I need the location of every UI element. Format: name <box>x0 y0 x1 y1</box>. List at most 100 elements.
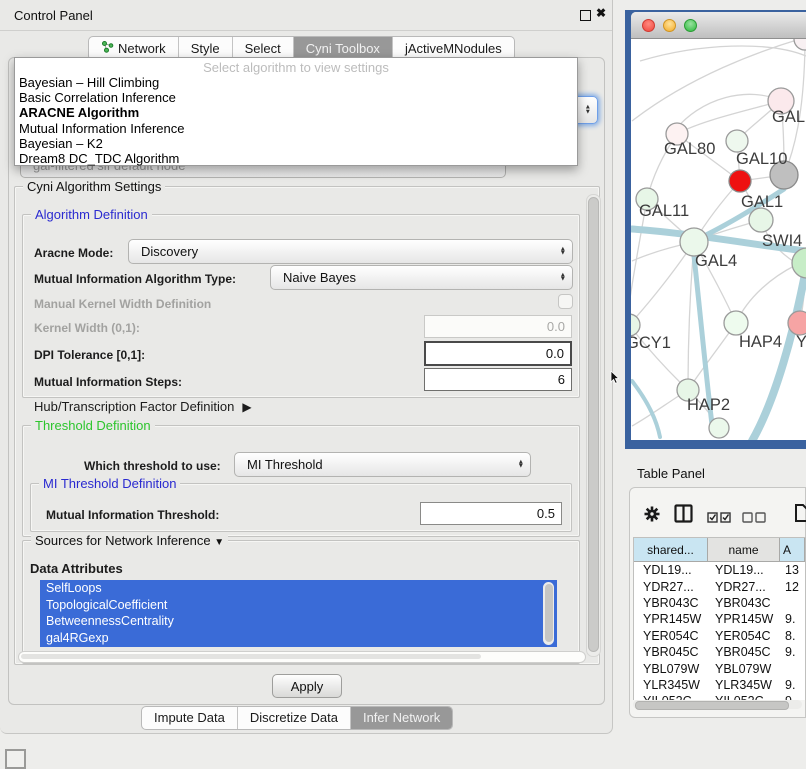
apply-button[interactable]: Apply <box>272 674 342 698</box>
minimize-traffic-light-icon[interactable] <box>663 19 676 32</box>
attribute-item[interactable]: SelfLoops <box>40 580 557 597</box>
table-row[interactable]: YDR27...YDR27...12 <box>634 578 805 594</box>
table-cell[interactable]: YDR27... <box>634 580 708 594</box>
mi-steps-field[interactable]: 6 <box>424 368 572 391</box>
network-canvas[interactable]: GALGAL80GAL10GAL1GAL11GAL4SWI4GCY1HAP4YH… <box>631 39 806 440</box>
table-cell[interactable]: YER054C <box>634 629 708 643</box>
algorithm-option[interactable]: Dream8 DC_TDC Algorithm <box>15 151 577 166</box>
control-panel-titlebar: Control Panel ✖ <box>0 0 612 31</box>
columns-icon[interactable] <box>674 504 693 528</box>
close-icon[interactable]: ✖ <box>596 6 606 20</box>
table-cell[interactable]: YDL19... <box>634 563 708 577</box>
spinner-arrows-icon: ▲▼ <box>560 247 566 256</box>
table-header-row: shared... name A <box>634 538 805 562</box>
table-cell[interactable]: YBL079W <box>708 662 780 676</box>
table-cell[interactable]: YLR345W <box>634 678 708 692</box>
table-body: YDL19...YDL19...13YDR27...YDR27...12YBR0… <box>634 562 805 700</box>
network-edge-highlighted <box>632 381 660 437</box>
attributes-vertical-scrollbar[interactable] <box>543 582 554 645</box>
table-cell[interactable]: YBR043C <box>634 596 708 610</box>
table-cell[interactable]: YLR345W <box>708 678 780 692</box>
network-node[interactable] <box>729 170 751 192</box>
network-edge-highlighted <box>752 269 806 440</box>
table-row[interactable]: YER054CYER054C8. <box>634 628 805 644</box>
table-cell[interactable]: YPR145W <box>708 612 780 626</box>
network-node[interactable] <box>788 311 806 335</box>
tab-impute-data[interactable]: Impute Data <box>142 707 238 729</box>
table-cell[interactable]: YER054C <box>708 629 780 643</box>
table-cell[interactable]: YBR045C <box>708 645 780 659</box>
close-traffic-light-icon[interactable] <box>642 19 655 32</box>
settings-vertical-scrollbar[interactable] <box>586 194 601 657</box>
data-attributes-list[interactable]: SelfLoopsTopologicalCoefficientBetweenne… <box>40 580 557 647</box>
sources-group-title[interactable]: Sources for Network Inference ▼ <box>31 533 228 548</box>
table-row[interactable]: YBR045CYBR045C9. <box>634 644 805 660</box>
network-node-label: HAP4 <box>739 333 782 351</box>
table-row[interactable]: YPR145WYPR145W9. <box>634 611 805 627</box>
mi-threshold-label: Mutual Information Threshold: <box>46 508 219 522</box>
network-node[interactable] <box>709 418 729 438</box>
which-threshold-combo[interactable]: MI Threshold ▲▼ <box>234 452 531 477</box>
mi-threshold-field[interactable]: 0.5 <box>420 502 562 525</box>
table-cell[interactable]: YBR043C <box>708 596 780 610</box>
algorithm-option[interactable]: Bayesian – K2 <box>15 136 577 151</box>
minimized-panel-chip[interactable] <box>5 749 26 769</box>
network-node-label: SWI4 <box>762 232 802 250</box>
table-row[interactable]: YLR345WYLR345W9. <box>634 677 805 693</box>
table-cell[interactable]: 12 <box>780 580 805 594</box>
table-cell[interactable]: YBL079W <box>634 662 708 676</box>
settings-horizontal-scrollbar[interactable] <box>18 651 586 663</box>
table-cell[interactable]: 8. <box>780 629 805 643</box>
network-node[interactable] <box>724 311 748 335</box>
table-cell[interactable]: YPR145W <box>634 612 708 626</box>
document-icon[interactable] <box>794 503 806 528</box>
network-node[interactable] <box>794 39 806 50</box>
network-node-label: GAL <box>772 108 805 126</box>
kernel-width-label: Kernel Width (0,1): <box>34 321 140 335</box>
table-row[interactable]: YBL079WYBL079W <box>634 660 805 676</box>
control-panel-window: Control Panel ✖ Network Style Select Cyn… <box>0 0 613 734</box>
dpi-tolerance-field[interactable]: 0.0 <box>424 341 572 366</box>
kernel-width-field[interactable]: 0.0 <box>424 315 572 338</box>
network-graph: GALGAL80GAL10GAL1GAL11GAL4SWI4GCY1HAP4YH… <box>631 39 806 440</box>
network-node-label: GAL10 <box>736 150 787 168</box>
float-window-icon[interactable] <box>580 10 591 21</box>
zoom-traffic-light-icon[interactable] <box>684 19 697 32</box>
algorithm-option[interactable]: Mutual Information Inference <box>15 121 577 136</box>
tab-discretize-data[interactable]: Discretize Data <box>238 707 351 729</box>
network-node-label: GAL1 <box>741 193 783 211</box>
attribute-item[interactable]: gal4RGexp <box>40 630 557 647</box>
column-header-name[interactable]: name <box>708 538 780 561</box>
table-row[interactable]: YIL052CYIL052C9 <box>634 693 805 700</box>
network-node[interactable] <box>631 314 640 336</box>
table-cell[interactable]: YDR27... <box>708 580 780 594</box>
attribute-item[interactable]: BetweennessCentrality <box>40 613 557 630</box>
attribute-item[interactable]: TopologicalCoefficient <box>40 597 557 614</box>
hub-transcription-factor-section[interactable]: Hub/Transcription Factor Definition ▶ <box>34 399 252 414</box>
table-cell[interactable]: 9. <box>780 645 805 659</box>
table-row[interactable]: YDL19...YDL19...13 <box>634 562 805 578</box>
tab-infer-network[interactable]: Infer Network <box>351 707 452 729</box>
table-cell[interactable]: 9. <box>780 678 805 692</box>
network-node[interactable] <box>749 208 773 232</box>
table-horizontal-scrollbar[interactable] <box>633 700 802 709</box>
table-cell[interactable]: YDL19... <box>708 563 780 577</box>
gear-icon[interactable] <box>643 505 661 528</box>
network-window-titlebar[interactable] <box>631 12 806 39</box>
network-node-label: GAL80 <box>664 140 715 158</box>
manual-kernel-width-checkbox[interactable] <box>558 294 573 309</box>
algorithm-option[interactable]: ARACNE Algorithm <box>15 105 577 120</box>
algorithm-option[interactable]: Bayesian – Hill Climbing <box>15 75 577 90</box>
unchecked-boxes-icon[interactable] <box>742 510 766 528</box>
column-header-shared-name[interactable]: shared... <box>634 538 708 561</box>
checked-boxes-icon[interactable] <box>707 510 731 528</box>
table-cell[interactable]: YBR045C <box>634 645 708 659</box>
network-node[interactable] <box>726 130 748 152</box>
table-cell[interactable]: 9. <box>780 612 805 626</box>
aracne-mode-combo[interactable]: Discovery ▲▼ <box>128 239 573 264</box>
mi-algorithm-type-combo[interactable]: Naive Bayes ▲▼ <box>270 265 573 290</box>
table-cell[interactable]: 13 <box>780 563 805 577</box>
column-header-partial[interactable]: A <box>780 538 805 561</box>
algorithm-option[interactable]: Basic Correlation Inference <box>15 90 577 105</box>
table-row[interactable]: YBR043CYBR043C <box>634 595 805 611</box>
